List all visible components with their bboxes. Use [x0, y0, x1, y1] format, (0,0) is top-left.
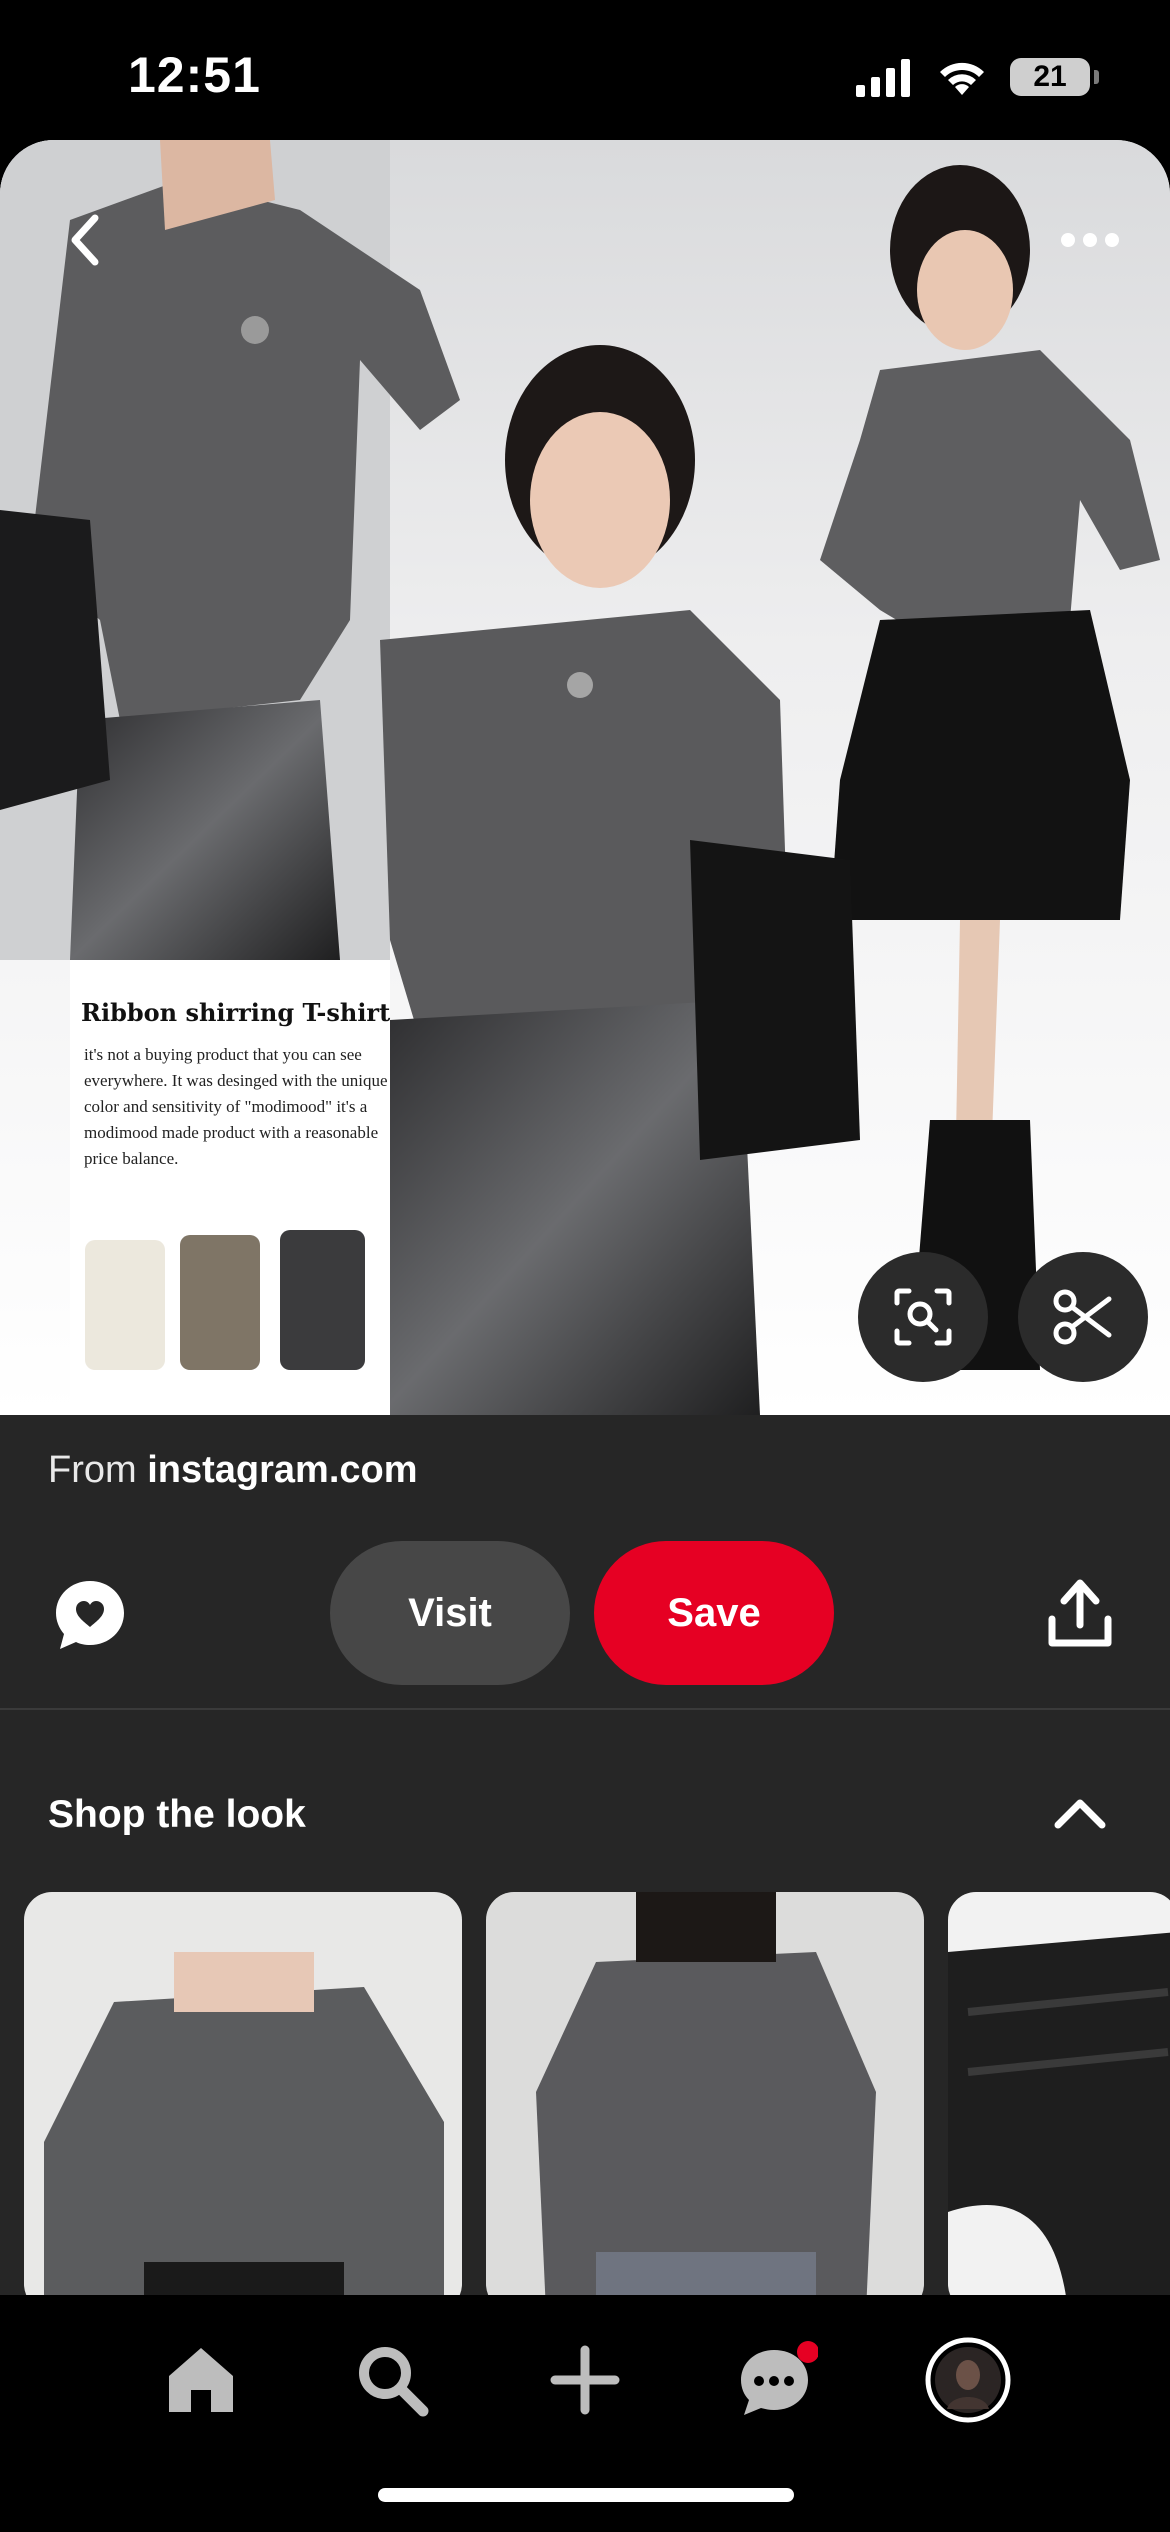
home-indicator — [378, 2488, 794, 2502]
nav-search[interactable] — [342, 2330, 442, 2430]
home-icon — [169, 2348, 233, 2412]
pin-details-panel: From instagram.com Visit Save Shop the l… — [0, 1415, 1170, 2312]
source-prefix: From — [48, 1449, 137, 1491]
nav-messages[interactable] — [728, 2330, 828, 2430]
visit-button[interactable]: Visit — [330, 1541, 570, 1685]
heart-comment-icon — [56, 1581, 124, 1649]
source-domain[interactable]: instagram.com — [147, 1449, 417, 1491]
plus-icon — [550, 2345, 620, 2415]
reactions-button[interactable] — [50, 1575, 130, 1655]
scissors-icon — [1053, 1289, 1112, 1345]
shop-product-card[interactable] — [486, 1892, 924, 2312]
source-line[interactable]: From instagram.com — [48, 1449, 418, 1492]
product-image — [948, 1892, 1170, 2312]
more-options-button[interactable] — [1040, 195, 1140, 285]
pin-image[interactable]: Ribbon shirring T-shirt it's not a buyin… — [0, 140, 1170, 1415]
wifi-icon — [940, 62, 984, 95]
ad-body: it's not a buying product that you can s… — [84, 1045, 388, 1168]
shop-the-look-title: Shop the look — [48, 1793, 306, 1836]
nav-home[interactable] — [151, 2330, 251, 2430]
collapse-button[interactable] — [1050, 1793, 1110, 1843]
profile-avatar — [925, 2337, 1011, 2423]
messages-icon — [741, 2341, 818, 2415]
chevron-left-icon — [71, 214, 99, 266]
cellular-signal-icon — [856, 59, 910, 97]
shop-product-card[interactable] — [948, 1892, 1170, 2312]
lens-search-icon — [894, 1288, 952, 1346]
product-image — [486, 1892, 924, 2312]
notification-dot — [797, 2341, 818, 2363]
status-icons: 21 — [854, 52, 1099, 102]
ad-title: Ribbon shirring T-shirt — [81, 998, 391, 1027]
battery-icon: 21 — [1010, 58, 1099, 96]
ellipsis-icon — [1061, 233, 1119, 247]
visual-search-button[interactable] — [858, 1252, 988, 1382]
share-icon — [1048, 1579, 1112, 1647]
search-icon — [359, 2347, 429, 2417]
chevron-up-icon — [1054, 1799, 1106, 1829]
save-button[interactable]: Save — [594, 1541, 834, 1685]
pin-photo — [0, 140, 1170, 1415]
divider — [0, 1708, 1170, 1710]
nav-create[interactable] — [535, 2330, 635, 2430]
product-image — [24, 1892, 462, 2312]
shop-product-card[interactable] — [24, 1892, 462, 2312]
back-button[interactable] — [40, 195, 130, 285]
cutout-button[interactable] — [1018, 1252, 1148, 1382]
nav-profile[interactable] — [918, 2330, 1018, 2430]
status-bar: 12:51 21 — [0, 0, 1170, 140]
share-button[interactable] — [1040, 1575, 1120, 1655]
status-time: 12:51 — [128, 47, 261, 103]
battery-level: 21 — [1033, 60, 1067, 93]
